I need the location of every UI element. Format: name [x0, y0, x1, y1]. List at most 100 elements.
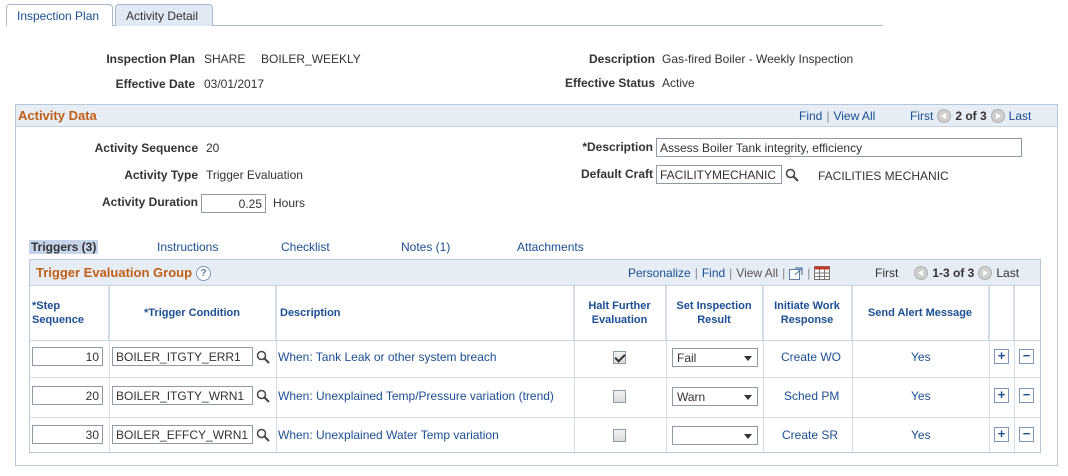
activity-seq-label: Activity Sequence	[94, 141, 198, 155]
activity-duration-input[interactable]: 0.25	[201, 194, 266, 213]
plan-setid: SHARE	[204, 52, 246, 66]
col-divider	[1014, 286, 1015, 452]
col-send-alert-message[interactable]: Send Alert Message	[852, 286, 989, 340]
grid-toolbar: Personalize | Find | View All | |	[628, 266, 831, 280]
separator: |	[782, 266, 786, 280]
condition-lookup-icon[interactable]	[256, 428, 270, 442]
inspection-result-select[interactable]	[672, 426, 758, 445]
trigger-condition-input[interactable]: BOILER_EFFCY_WRN1	[112, 425, 253, 444]
halt-checkbox[interactable]	[613, 390, 626, 403]
step-sequence-input[interactable]: 20	[32, 386, 103, 405]
col-divider	[574, 286, 575, 452]
delete-row-button[interactable]: −	[1019, 388, 1034, 403]
activity-seq: 20	[206, 141, 220, 155]
halt-checkbox[interactable]	[613, 429, 626, 442]
activity-duration-label: Activity Duration	[101, 195, 198, 209]
help-icon[interactable]: ?	[196, 266, 212, 282]
condition-lookup-icon[interactable]	[256, 350, 270, 364]
grid-last[interactable]: Last	[996, 266, 1019, 280]
subtab-notes[interactable]: Notes (1)	[401, 240, 450, 254]
page-tabs: Inspection Plan Activity Detail	[6, 4, 883, 26]
record-count: 2 of 3	[955, 109, 987, 123]
find-link[interactable]: Find	[799, 109, 822, 123]
new-window-icon[interactable]	[789, 266, 803, 280]
step-sequence-input[interactable]: 10	[32, 347, 103, 366]
trigger-condition-input[interactable]: BOILER_ITGTY_ERR1	[112, 347, 253, 366]
delete-row-button[interactable]: −	[1019, 427, 1034, 442]
previous-icon[interactable]	[937, 109, 952, 123]
tab-inspection-plan[interactable]: Inspection Plan	[6, 4, 113, 26]
col-divider	[852, 286, 853, 452]
desc-label: Description	[588, 52, 655, 66]
alert-message-link[interactable]: Yes	[911, 350, 931, 364]
grid-title: Trigger Evaluation Group?	[36, 265, 212, 282]
download-excel-icon[interactable]	[814, 266, 831, 280]
personalize-link[interactable]: Personalize	[628, 266, 691, 280]
activity-data-header: Activity Data Find | View All First 2 of…	[16, 105, 1057, 127]
col-trigger-condition[interactable]: *Trigger Condition	[109, 286, 276, 340]
last-link[interactable]: Last	[1009, 109, 1032, 123]
work-response-link[interactable]: Sched PM	[784, 389, 839, 403]
craft-lookup-icon[interactable]	[785, 168, 799, 182]
col-set-inspection-result[interactable]: Set Inspection Result	[666, 286, 763, 340]
first-link[interactable]: First	[910, 109, 933, 123]
grid-record-count: 1-3 of 3	[932, 266, 975, 280]
col-divider	[989, 286, 990, 452]
grid-title-text: Trigger Evaluation Group	[36, 265, 193, 280]
col-divider	[109, 286, 110, 452]
eff-status-label: Effective Status	[564, 76, 655, 90]
add-row-button[interactable]: +	[994, 349, 1009, 364]
add-row-button[interactable]: +	[994, 427, 1009, 442]
activity-desc-input[interactable]: Assess Boiler Tank integrity, efficiency	[656, 138, 1022, 157]
separator: |	[694, 266, 698, 280]
col-divider	[276, 286, 277, 452]
eff-status: Active	[662, 76, 695, 90]
table-row: 20 BOILER_ITGTY_WRN1 When: Unexplained T…	[30, 378, 1040, 418]
col-divider	[666, 286, 667, 452]
work-response-link[interactable]: Create WO	[781, 350, 841, 364]
grid-view-all[interactable]: View All	[736, 266, 778, 280]
halt-checkbox[interactable]	[613, 351, 626, 364]
next-icon[interactable]	[990, 109, 1005, 123]
trigger-condition-input[interactable]: BOILER_ITGTY_WRN1	[112, 386, 253, 405]
trigger-description-link[interactable]: When: Tank Leak or other system breach	[278, 350, 497, 364]
grid-pager: First 1-3 of 3 Last	[875, 266, 1019, 280]
table-row: 10 BOILER_ITGTY_ERR1 When: Tank Leak or …	[30, 340, 1040, 378]
inspection-result-select[interactable]: Warn	[672, 387, 758, 406]
inspection-result-select[interactable]: Fail	[672, 348, 758, 367]
view-all-link[interactable]: View All	[833, 109, 875, 123]
trigger-description-link[interactable]: When: Unexplained Temp/Pressure variatio…	[278, 389, 554, 403]
condition-lookup-icon[interactable]	[256, 389, 270, 403]
activity-pager: First 2 of 3 Last	[910, 109, 1031, 123]
work-response-link[interactable]: Create SR	[782, 428, 838, 442]
col-halt-further-evaluation[interactable]: Halt Further Evaluation	[574, 286, 666, 340]
grid-next-icon[interactable]	[978, 266, 993, 280]
alert-message-link[interactable]: Yes	[911, 389, 931, 403]
default-craft-input[interactable]: FACILITYMECHANIC	[656, 165, 782, 184]
grid-previous-icon[interactable]	[914, 266, 929, 280]
col-step-sequence[interactable]: *Step Sequence	[30, 286, 109, 340]
desc-value: Gas-fired Boiler - Weekly Inspection	[662, 52, 854, 66]
activity-type: Trigger Evaluation	[206, 168, 303, 182]
col-initiate-work-response[interactable]: Initiate Work Response	[763, 286, 852, 340]
subtab-instructions[interactable]: Instructions	[157, 240, 218, 254]
duration-unit: Hours	[273, 196, 306, 210]
col-description[interactable]: Description	[276, 286, 574, 340]
grid-find-link[interactable]: Find	[702, 266, 725, 280]
tab-activity-detail[interactable]: Activity Detail	[115, 4, 213, 26]
col-divider	[763, 286, 764, 452]
activity-desc-label: *Description	[582, 140, 653, 154]
add-row-button[interactable]: +	[994, 388, 1009, 403]
separator: |	[826, 109, 830, 123]
trigger-evaluation-grid: Trigger Evaluation Group? Personalize | …	[29, 259, 1041, 453]
grid-first[interactable]: First	[875, 266, 898, 280]
activity-type-label: Activity Type	[124, 168, 198, 182]
delete-row-button[interactable]: −	[1019, 349, 1034, 364]
subtab-checklist[interactable]: Checklist	[281, 240, 330, 254]
subtab-attachments[interactable]: Attachments	[517, 240, 584, 254]
trigger-description-link[interactable]: When: Unexplained Water Temp variation	[278, 428, 499, 442]
subtab-triggers[interactable]: Triggers (3)	[29, 240, 99, 254]
alert-message-link[interactable]: Yes	[911, 428, 931, 442]
step-sequence-input[interactable]: 30	[32, 425, 103, 444]
grid-header: Trigger Evaluation Group? Personalize | …	[30, 260, 1040, 286]
